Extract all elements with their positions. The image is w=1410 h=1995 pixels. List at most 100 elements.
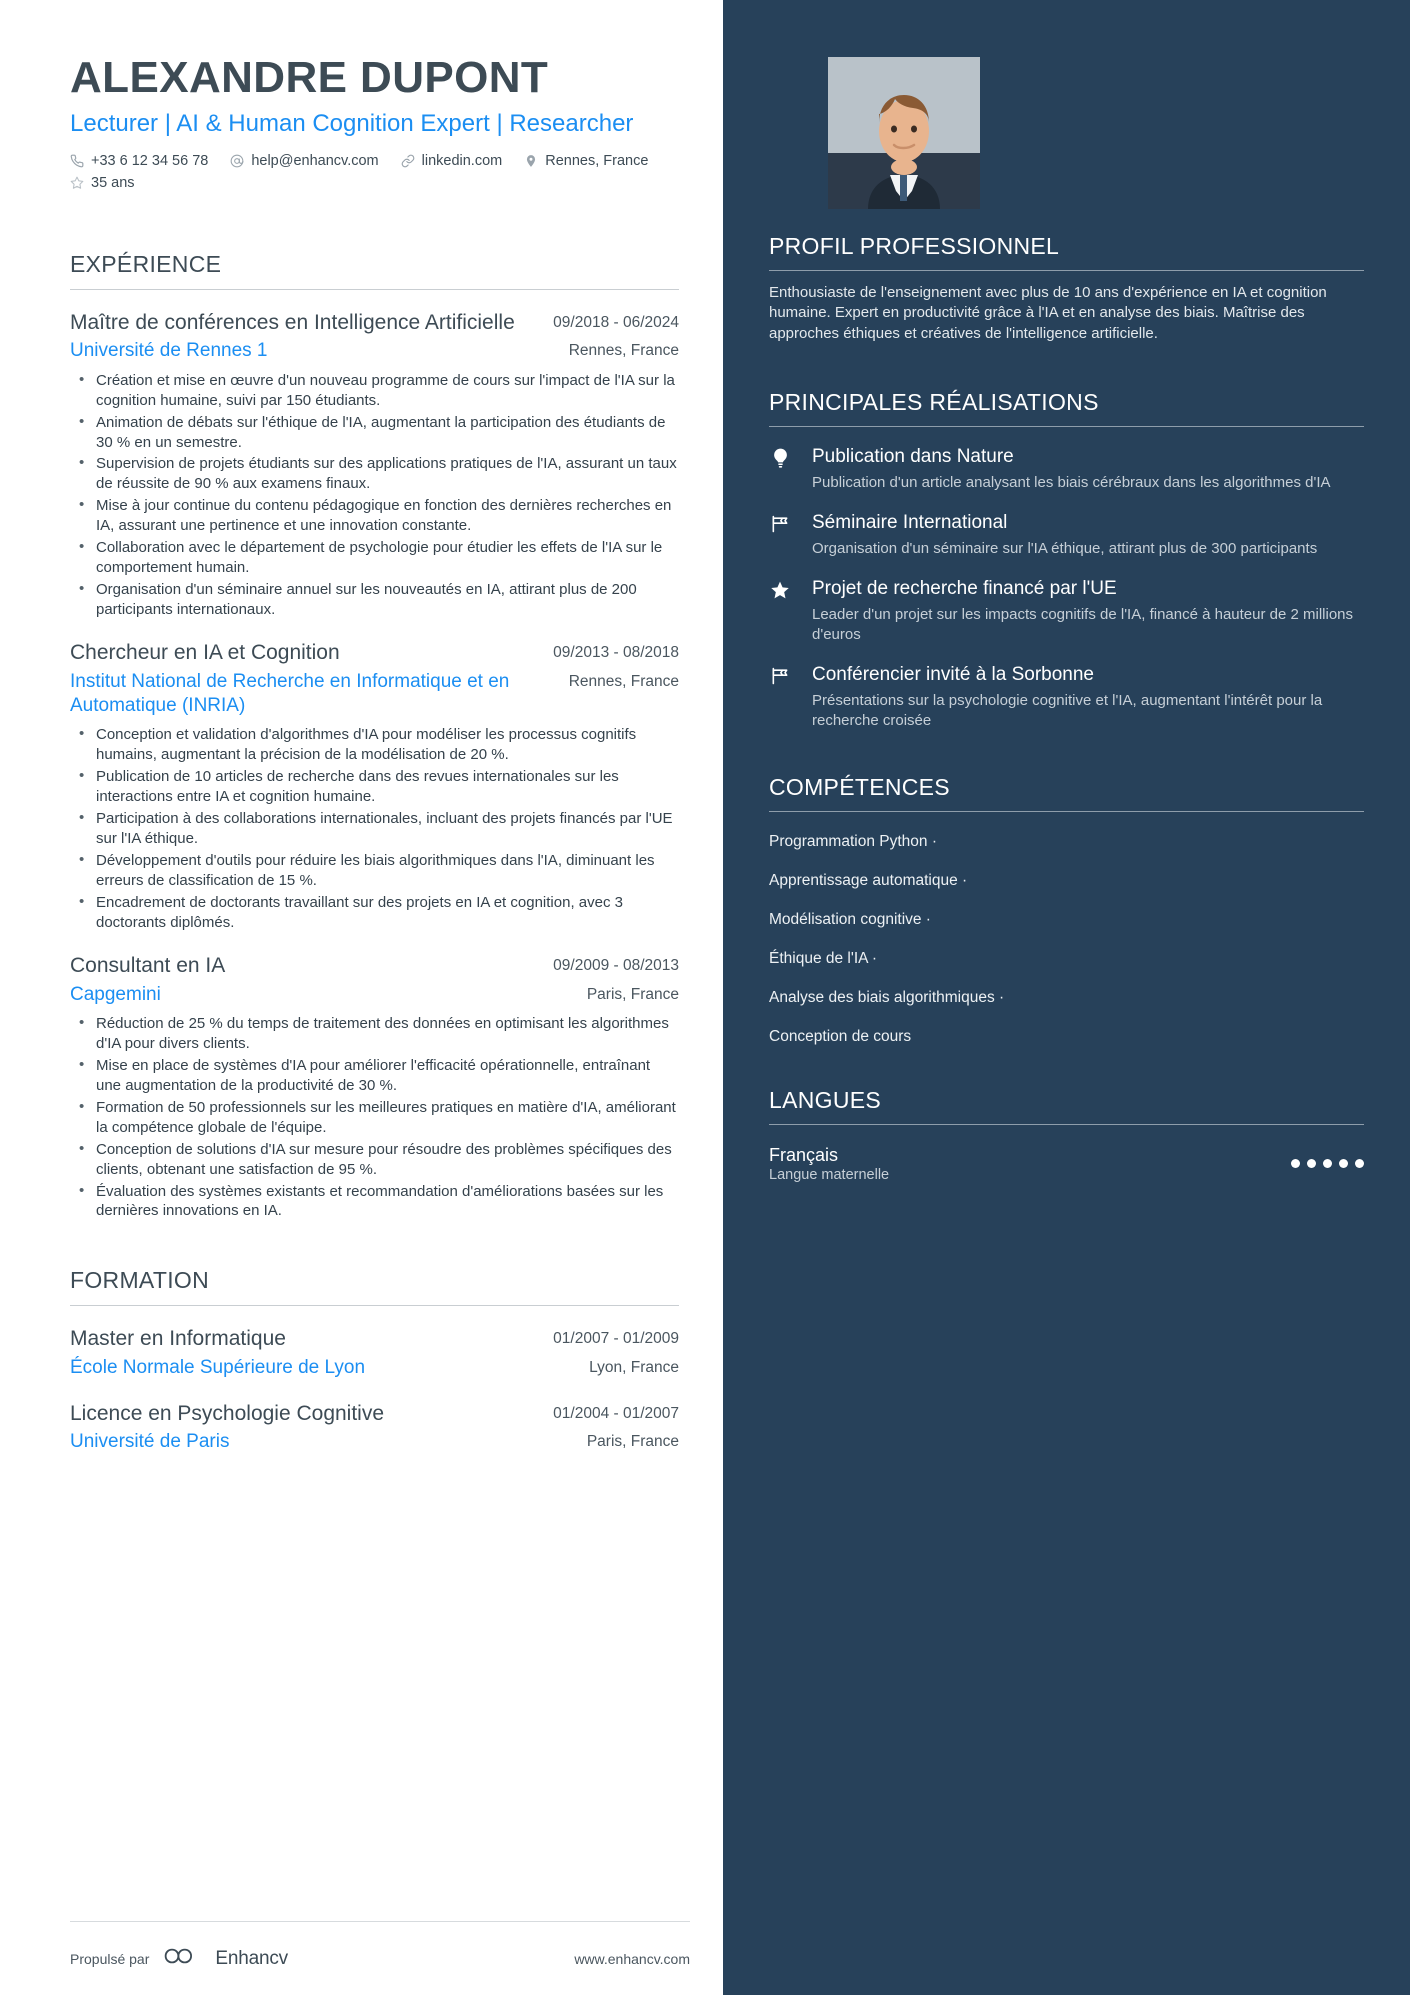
footer-powered-by: Propulsé par [70,1950,150,1967]
footer: Propulsé par Enhancv www.enhancv.com [70,1921,690,1995]
list-item: Participation à des collaborations inter… [70,808,679,849]
job-organization[interactable]: Université de Rennes 1 [70,339,268,363]
footer-url[interactable]: www.enhancv.com [574,1951,690,1967]
sidebar-section-skills: COMPÉTENCES Programmation Python · Appre… [769,773,1364,1046]
contact-phone[interactable]: +33 6 12 34 56 78 [70,153,208,169]
sidebar-section-achievements: PRINCIPALES RÉALISATIONS Publication dan… [769,388,1364,731]
job-bullet-list: Création et mise en œuvre d'un nouveau p… [70,370,679,620]
entry-header: Maître de conférences en Intelligence Ar… [70,310,679,337]
sidebar-title-languages: LANGUES [769,1086,882,1113]
proficiency-dot [1355,1159,1364,1169]
degree-title: Master en Informatique [70,1327,286,1351]
entry-header: Chercheur en IA et Cognition 09/2013 - 0… [70,640,679,667]
lightbulb-icon [769,445,791,469]
divider [769,810,1364,812]
contact-age: 35 ans [70,175,679,191]
job-location: Paris, France [586,985,679,1003]
achievement-item: Projet de recherche financé par l'UE Lea… [769,577,1364,645]
contact-phone-text: +33 6 12 34 56 78 [91,152,209,169]
footer-brand-group: Propulsé par Enhancv [70,1946,288,1971]
main-column: ALEXANDRE DUPONT Lecturer | AI & Human C… [0,0,723,1995]
job-date: 09/2018 - 06/2024 [553,313,679,331]
divider [769,270,1364,272]
page-title: ALEXANDRE DUPONT [70,53,549,102]
school-name[interactable]: Université de Paris [70,1430,229,1454]
section-title-experience: EXPÉRIENCE [70,250,222,277]
achievement-item: Publication dans Nature Publication d'un… [769,445,1364,493]
flag-icon [769,663,791,687]
skill-item: Éthique de l'IA · [769,949,878,967]
job-title: Consultant en IA [70,953,226,977]
sidebar-title-profile: PROFIL PROFESSIONNEL [769,233,1060,259]
contact-email[interactable]: help@enhancv.com [230,152,379,169]
entry-header: Consultant en IA 09/2009 - 08/2013 [70,953,679,980]
star-filled-icon [769,577,791,601]
job-bullet-list: Conception et validation d'algorithmes d… [70,724,679,932]
footer-brand-name: Enhancv [215,1947,288,1969]
list-item: Création et mise en œuvre d'un nouveau p… [70,370,679,411]
enhancv-logo-icon [162,1946,202,1971]
job-location: Rennes, France [568,342,679,360]
avatar [828,57,980,209]
divider [769,1123,1364,1125]
achievement-description: Organisation d'un séminaire sur l'IA éth… [812,539,1318,557]
achievement-body: Séminaire International Organisation d'u… [804,511,1364,559]
contact-row: +33 6 12 34 56 78 help@enhancv.com linke… [70,153,679,191]
school-location: Paris, France [586,1433,679,1451]
job-organization[interactable]: Capgemini [70,983,161,1007]
list-item: Conception de solutions d'IA sur mesure … [70,1139,679,1180]
skill-item: Modélisation cognitive · [769,910,931,928]
resume-page: ALEXANDRE DUPONT Lecturer | AI & Human C… [0,0,1410,1995]
divider [70,1305,679,1307]
school-name[interactable]: École Normale Supérieure de Lyon [70,1356,365,1380]
entry-subheader: Institut National de Recherche en Inform… [70,670,679,719]
sidebar-title-achievements: PRINCIPALES RÉALISATIONS [769,389,1099,416]
achievement-description: Leader d'un projet sur les impacts cogni… [812,605,1354,643]
job-organization[interactable]: Institut National de Recherche en Inform… [70,670,520,719]
language-item: Français Langue maternelle [769,1144,1364,1184]
list-item: Développement d'outils pour réduire les … [70,850,679,891]
achievement-body: Publication dans Nature Publication d'un… [804,445,1364,493]
divider [70,288,679,290]
location-pin-icon [524,154,538,168]
proficiency-dot [1339,1159,1348,1169]
achievement-body: Projet de recherche financé par l'UE Lea… [804,577,1364,645]
degree-date: 01/2007 - 01/2009 [553,1330,679,1348]
contact-linkedin[interactable]: linkedin.com [401,152,503,169]
experience-entry: Chercheur en IA et Cognition 09/2013 - 0… [70,640,679,933]
contact-location-text: Rennes, France [545,152,649,169]
entry-subheader: Capgemini Paris, France [70,983,679,1007]
language-level: Langue maternelle [769,1167,890,1184]
education-entry: Licence en Psychologie Cognitive 01/2004… [70,1401,679,1455]
list-item: Réduction de 25 % du temps de traitement… [70,1013,679,1054]
job-bullet-list: Réduction de 25 % du temps de traitement… [70,1013,679,1221]
list-item: Collaboration avec le département de psy… [70,537,679,578]
list-item: Formation de 50 professionnels sur les m… [70,1097,679,1138]
contact-linkedin-text: linkedin.com [421,152,503,169]
section-education: FORMATION Master en Informatique 01/2007… [70,1267,679,1454]
job-date: 09/2009 - 08/2013 [553,956,679,974]
list-item: Mise à jour continue du contenu pédagogi… [70,495,679,536]
job-title: Maître de conférences en Intelligence Ar… [70,310,515,334]
degree-date: 01/2004 - 01/2007 [553,1404,679,1422]
proficiency-dot [1291,1159,1300,1169]
list-item: Mise en place de systèmes d'IA pour amél… [70,1055,679,1096]
entry-subheader: Université de Paris Paris, France [70,1430,679,1454]
skill-item: Apprentissage automatique · [769,871,968,889]
professional-headline: Lecturer | AI & Human Cognition Expert |… [70,109,634,137]
entry-header: Licence en Psychologie Cognitive 01/2004… [70,1401,679,1428]
sidebar-section-profile: PROFIL PROFESSIONNEL Enthousiaste de l'e… [769,232,1364,344]
contact-email-text: help@enhancv.com [251,152,379,169]
achievement-title: Séminaire International [812,512,1008,534]
degree-title: Licence en Psychologie Cognitive [70,1401,385,1425]
link-icon [401,154,415,168]
sidebar-title-skills: COMPÉTENCES [769,773,950,800]
job-title: Chercheur en IA et Cognition [70,640,340,664]
list-item: Supervision de projets étudiants sur des… [70,453,679,494]
experience-entry: Maître de conférences en Intelligence Ar… [70,310,679,620]
proficiency-dot [1307,1159,1316,1169]
school-location: Lyon, France [589,1359,679,1377]
sidebar-section-languages: LANGUES Français Langue maternelle [769,1086,1364,1184]
language-proficiency-dots [1291,1159,1364,1169]
star-icon [70,176,84,190]
